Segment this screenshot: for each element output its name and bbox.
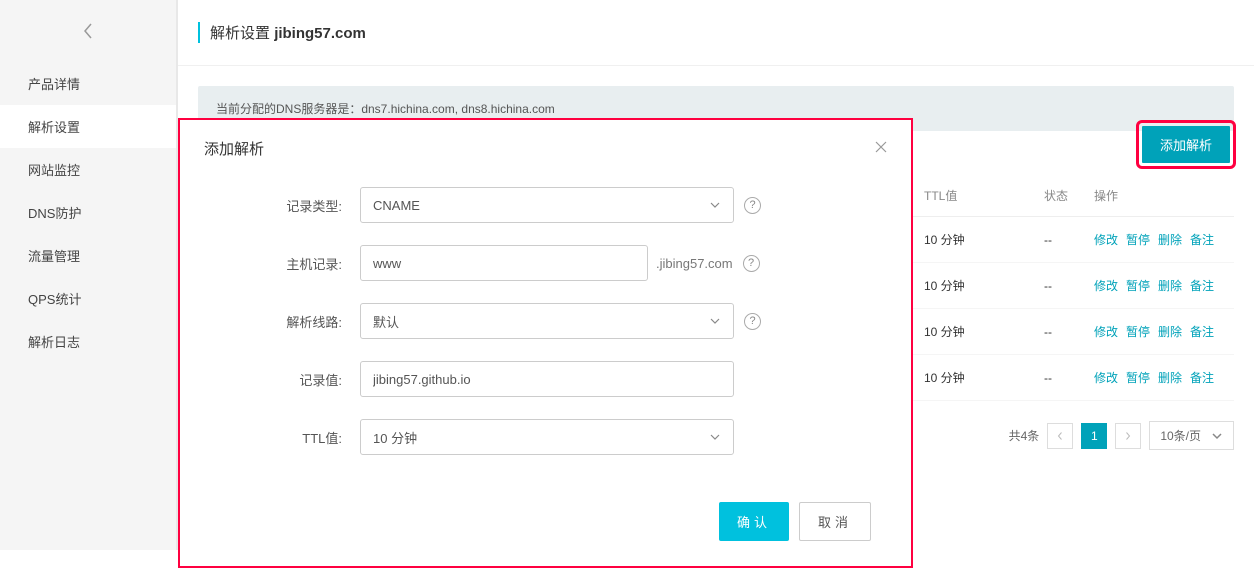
sidebar-item-label: 解析日志 bbox=[28, 335, 80, 350]
form-row-record-type: 记录类型: CNAME ? bbox=[220, 187, 871, 223]
sidebar-item-label: 网站监控 bbox=[28, 163, 80, 178]
sidebar: 产品详情 解析设置 网站监控 DNS防护 流量管理 QPS统计 解析日志 bbox=[0, 0, 178, 550]
modal-title: 添加解析 bbox=[204, 138, 264, 159]
cell-ttl: 10 分钟 bbox=[924, 231, 1044, 248]
action-modify[interactable]: 修改 bbox=[1094, 371, 1118, 385]
action-remark[interactable]: 备注 bbox=[1190, 371, 1214, 385]
sidebar-item-label: DNS防护 bbox=[28, 206, 81, 221]
cell-ttl: 10 分钟 bbox=[924, 323, 1044, 340]
label-host: 主机记录: bbox=[220, 254, 360, 273]
action-remark[interactable]: 备注 bbox=[1190, 279, 1214, 293]
select-line[interactable]: 默认 bbox=[360, 303, 734, 339]
sidebar-back-button[interactable] bbox=[0, 0, 176, 62]
action-delete[interactable]: 删除 bbox=[1158, 233, 1182, 247]
page-title-domain: jibing57.com bbox=[274, 25, 366, 42]
action-pause[interactable]: 暂停 bbox=[1126, 371, 1150, 385]
cell-ttl: 10 分钟 bbox=[924, 277, 1044, 294]
host-domain-suffix: .jibing57.com bbox=[656, 256, 733, 271]
cancel-button[interactable]: 取消 bbox=[799, 502, 871, 541]
cell-action: 修改暂停删除备注 bbox=[1094, 231, 1234, 248]
th-status: 状态 bbox=[1044, 187, 1094, 204]
pagination-page-1[interactable]: 1 bbox=[1081, 423, 1107, 449]
pagination-total: 共4条 bbox=[1009, 427, 1040, 444]
sidebar-item-label: 流量管理 bbox=[28, 249, 80, 264]
th-action: 操作 bbox=[1094, 187, 1234, 204]
sidebar-item-product-detail[interactable]: 产品详情 bbox=[0, 62, 176, 105]
page-title-prefix: 解析设置 bbox=[210, 25, 270, 42]
cell-action: 修改暂停删除备注 bbox=[1094, 369, 1234, 386]
form-row-host: 主机记录: .jibing57.com ? bbox=[220, 245, 871, 281]
chevron-down-icon bbox=[709, 199, 721, 211]
label-ttl: TTL值: bbox=[220, 428, 360, 447]
action-delete[interactable]: 删除 bbox=[1158, 371, 1182, 385]
th-ttl: TTL值 bbox=[924, 187, 1044, 204]
sidebar-item-traffic[interactable]: 流量管理 bbox=[0, 234, 176, 277]
select-line-value: 默认 bbox=[373, 312, 399, 331]
add-record-highlight: 添加解析 bbox=[1136, 120, 1236, 169]
cell-status: -- bbox=[1044, 325, 1094, 339]
label-line: 解析线路: bbox=[220, 312, 360, 331]
confirm-button[interactable]: 确认 bbox=[719, 502, 789, 541]
pagination-next[interactable] bbox=[1115, 423, 1141, 449]
sidebar-item-label: 产品详情 bbox=[28, 77, 80, 92]
label-record-type: 记录类型: bbox=[220, 196, 360, 215]
chevron-left-icon bbox=[83, 23, 93, 39]
action-pause[interactable]: 暂停 bbox=[1126, 233, 1150, 247]
action-pause[interactable]: 暂停 bbox=[1126, 279, 1150, 293]
modal-footer: 确认 取消 bbox=[180, 502, 911, 566]
add-record-modal: 添加解析 记录类型: CNAME ? 主机记录: .jibing57.com ?… bbox=[178, 118, 913, 568]
sidebar-item-resolve-log[interactable]: 解析日志 bbox=[0, 320, 176, 363]
action-delete[interactable]: 删除 bbox=[1158, 325, 1182, 339]
sidebar-item-label: 解析设置 bbox=[28, 120, 80, 135]
select-record-type[interactable]: CNAME bbox=[360, 187, 734, 223]
action-delete[interactable]: 删除 bbox=[1158, 279, 1182, 293]
sidebar-item-website-monitor[interactable]: 网站监控 bbox=[0, 148, 176, 191]
select-ttl[interactable]: 10 分钟 bbox=[360, 419, 734, 455]
action-pause[interactable]: 暂停 bbox=[1126, 325, 1150, 339]
chevron-down-icon bbox=[1211, 430, 1223, 442]
form-row-record-value: 记录值: bbox=[220, 361, 871, 397]
action-modify[interactable]: 修改 bbox=[1094, 325, 1118, 339]
sidebar-item-qps[interactable]: QPS统计 bbox=[0, 277, 176, 320]
chevron-down-icon bbox=[709, 315, 721, 327]
pagination-page-size[interactable]: 10条/页 bbox=[1149, 421, 1234, 450]
help-icon[interactable]: ? bbox=[743, 255, 760, 272]
label-record-value: 记录值: bbox=[220, 370, 360, 389]
cell-action: 修改暂停删除备注 bbox=[1094, 277, 1234, 294]
action-modify[interactable]: 修改 bbox=[1094, 233, 1118, 247]
cell-status: -- bbox=[1044, 279, 1094, 293]
cell-status: -- bbox=[1044, 233, 1094, 247]
modal-header: 添加解析 bbox=[180, 120, 911, 177]
input-record-value[interactable] bbox=[360, 361, 734, 397]
sidebar-item-dns-protect[interactable]: DNS防护 bbox=[0, 191, 176, 234]
cell-status: -- bbox=[1044, 371, 1094, 385]
sidebar-item-resolve-settings[interactable]: 解析设置 bbox=[0, 105, 176, 148]
action-remark[interactable]: 备注 bbox=[1190, 325, 1214, 339]
action-remark[interactable]: 备注 bbox=[1190, 233, 1214, 247]
input-host[interactable] bbox=[360, 245, 648, 281]
sidebar-item-label: QPS统计 bbox=[28, 292, 81, 307]
add-record-button[interactable]: 添加解析 bbox=[1142, 126, 1230, 163]
form-row-line: 解析线路: 默认 ? bbox=[220, 303, 871, 339]
page-header: 解析设置 jibing57.com bbox=[178, 0, 1254, 66]
help-icon[interactable]: ? bbox=[744, 197, 761, 214]
help-icon[interactable]: ? bbox=[744, 313, 761, 330]
action-modify[interactable]: 修改 bbox=[1094, 279, 1118, 293]
cell-action: 修改暂停删除备注 bbox=[1094, 323, 1234, 340]
pagination-prev[interactable] bbox=[1047, 423, 1073, 449]
close-icon bbox=[875, 141, 887, 153]
form-row-ttl: TTL值: 10 分钟 bbox=[220, 419, 871, 455]
page-size-label: 10条/页 bbox=[1160, 427, 1201, 444]
page-title: 解析设置 jibing57.com bbox=[198, 22, 1234, 43]
chevron-left-icon bbox=[1056, 432, 1064, 440]
chevron-right-icon bbox=[1124, 432, 1132, 440]
select-record-type-value: CNAME bbox=[373, 198, 420, 213]
modal-close-button[interactable] bbox=[875, 140, 887, 158]
select-ttl-value: 10 分钟 bbox=[373, 428, 417, 447]
cell-ttl: 10 分钟 bbox=[924, 369, 1044, 386]
chevron-down-icon bbox=[709, 431, 721, 443]
modal-body: 记录类型: CNAME ? 主机记录: .jibing57.com ? 解析线路… bbox=[180, 177, 911, 502]
